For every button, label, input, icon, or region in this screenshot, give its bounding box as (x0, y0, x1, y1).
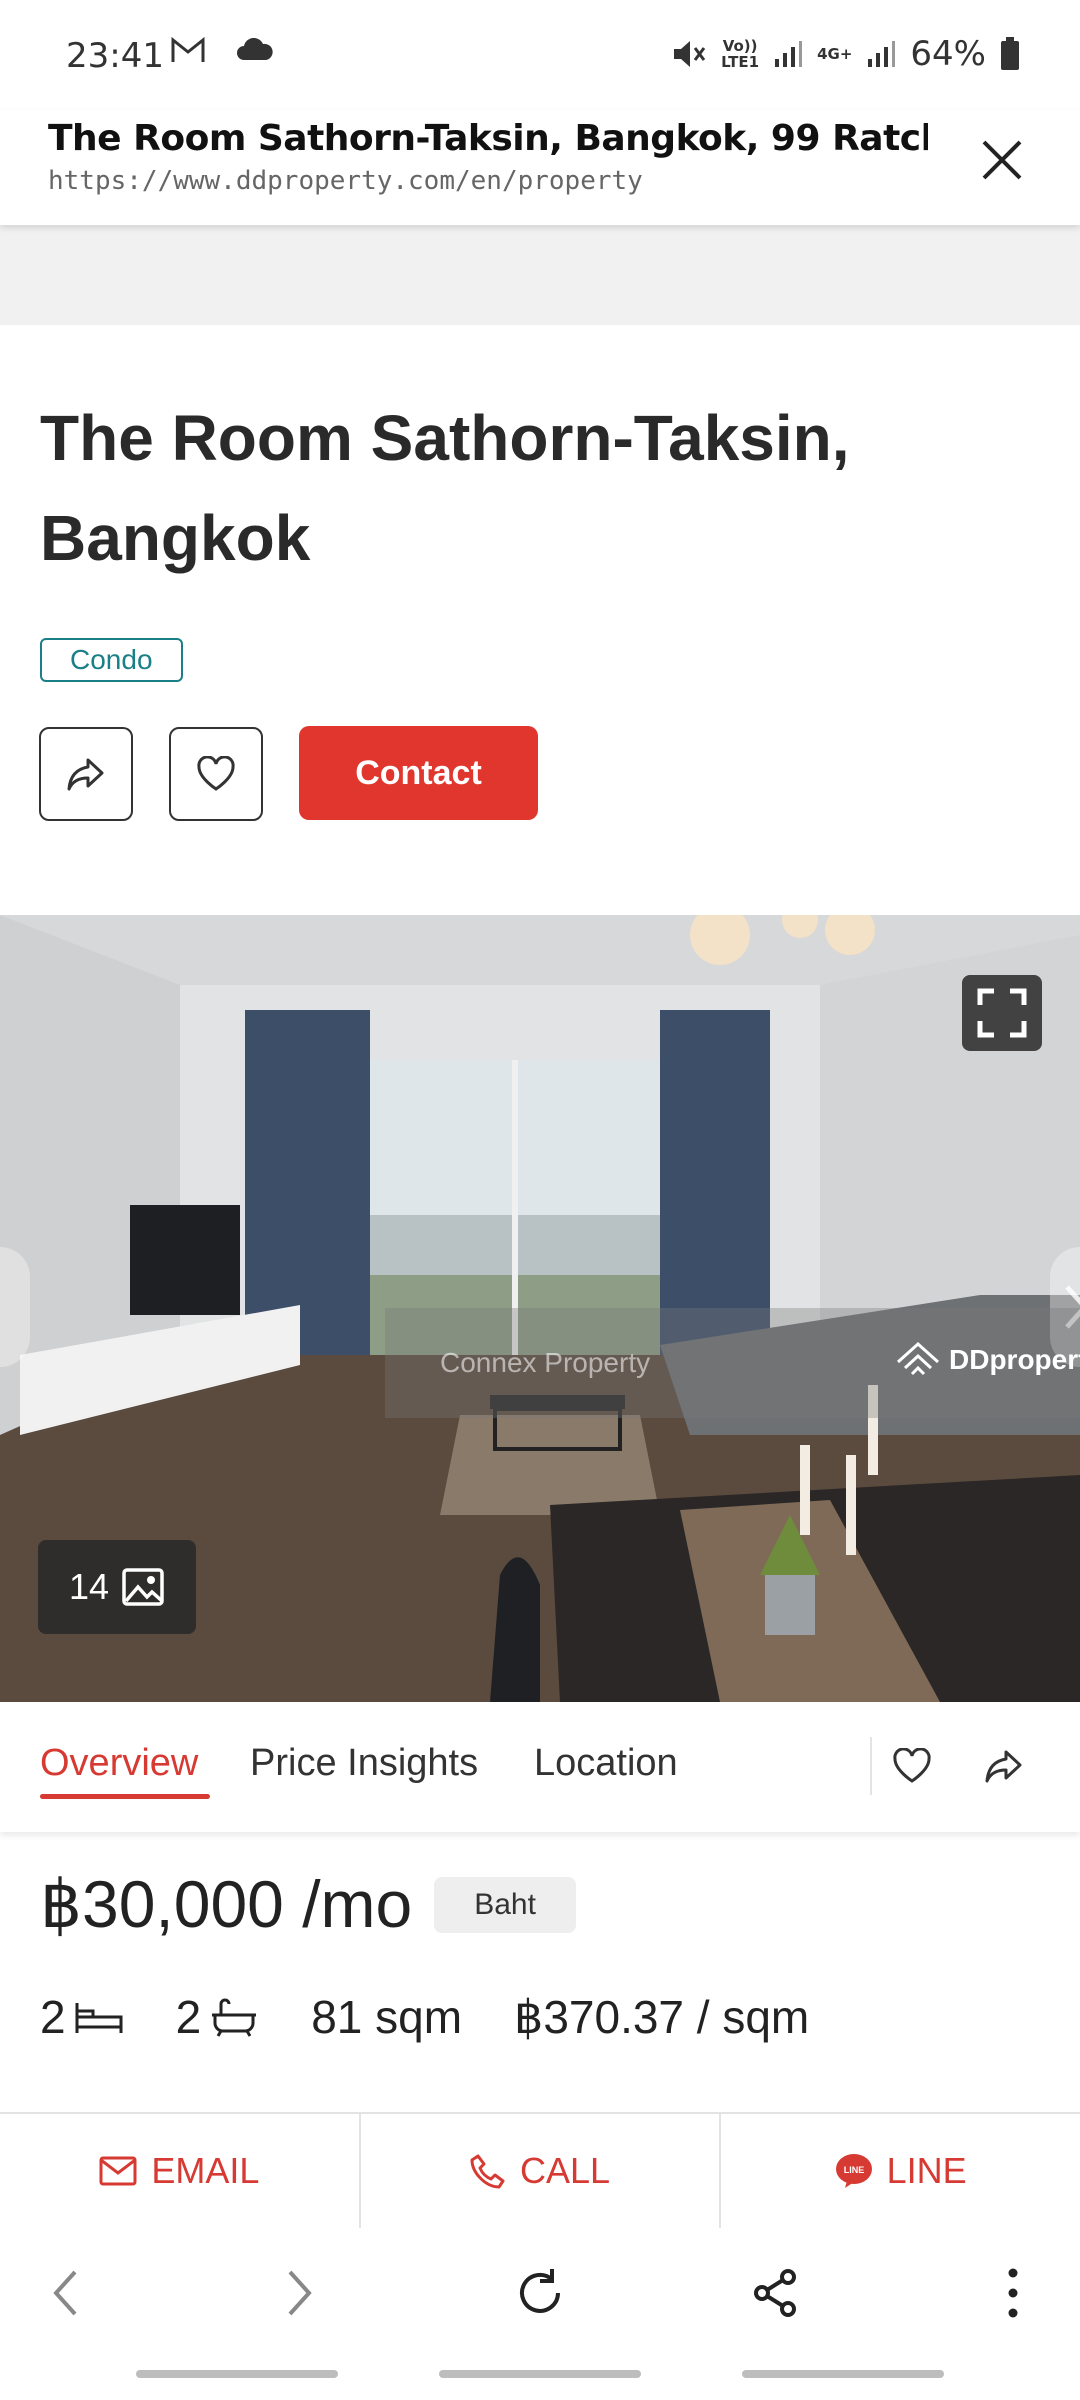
gmail-icon (171, 36, 205, 62)
property-type-badge: Condo (40, 638, 183, 682)
contact-button[interactable]: Contact (299, 726, 538, 820)
bed-icon (75, 2003, 123, 2033)
close-icon[interactable] (974, 132, 1030, 188)
more-vertical-icon (1008, 2268, 1018, 2318)
forward-button[interactable] (265, 2258, 335, 2328)
email-button[interactable]: EMAIL (0, 2114, 361, 2228)
spec-price-per-sqm: ฿370.37 / sqm (514, 1991, 810, 2043)
favorite-button[interactable] (169, 727, 263, 821)
property-title: The Room Sathorn-Taksin, Bangkok (40, 402, 850, 574)
gesture-handle-right (742, 2370, 944, 2378)
cloud-icon (237, 38, 273, 60)
ddproperty-logo: DDproperty (895, 1340, 1080, 1380)
image-gallery-icon (122, 1568, 164, 1606)
price-row: ฿30,000 /mo Baht (40, 1866, 576, 1943)
line-chat-icon-text: LINE (843, 2165, 864, 2175)
email-icon (99, 2156, 137, 2186)
share-button[interactable] (39, 727, 133, 821)
ddproperty-logo-text: DDproperty (949, 1344, 1080, 1375)
lte-label: LTE1 (721, 53, 760, 71)
photo-count-button[interactable]: 14 (38, 1540, 196, 1634)
price-amount: ฿30,000 /mo (40, 1867, 413, 1941)
bathrooms-count: 2 (175, 1991, 202, 2043)
phone-icon (470, 2154, 505, 2189)
tab-overview[interactable]: Overview (40, 1742, 198, 1785)
spec-bedrooms: 2 (40, 1990, 124, 2044)
currency-selector[interactable]: Baht (434, 1876, 576, 1933)
volte-label: Vo)) (722, 37, 758, 55)
call-label: CALL (519, 2150, 611, 2191)
gesture-handle-left (136, 2370, 338, 2378)
back-button[interactable] (30, 2258, 100, 2328)
chevron-right-icon (288, 2270, 312, 2316)
share-arrow-icon (67, 758, 104, 791)
signal-icon-2 (868, 41, 896, 67)
prev-photo-button[interactable] (0, 1247, 30, 1367)
expand-icon (977, 988, 1027, 1038)
spec-area: 81 sqm (311, 1991, 463, 2043)
battery-icon (1001, 37, 1019, 70)
fullscreen-button[interactable] (962, 975, 1042, 1051)
bedrooms-count: 2 (40, 1991, 66, 2043)
bathtub-icon (212, 1998, 257, 2037)
line-chat-icon: LINE (835, 2154, 872, 2188)
browser-nav-bar (0, 2228, 1080, 2358)
watermark-text: Connex Property (440, 1347, 651, 1378)
tabs-divider (870, 1737, 872, 1795)
email-label: EMAIL (151, 2150, 260, 2191)
heart-icon (197, 756, 235, 791)
reload-icon (520, 2269, 560, 2313)
tab-price-insights[interactable]: Price Insights (250, 1742, 478, 1785)
status-time: 23:41 (66, 36, 164, 76)
gesture-handle-center (439, 2370, 641, 2378)
more-menu-button[interactable] (978, 2258, 1048, 2328)
property-photo[interactable]: Connex Property DDproperty 14 (0, 915, 1080, 1702)
call-button[interactable]: CALL (361, 2114, 722, 2228)
mute-icon (674, 41, 706, 67)
share-page-button[interactable] (740, 2258, 810, 2328)
heart-icon[interactable] (892, 1748, 932, 1784)
spec-bathrooms: 2 (176, 1990, 260, 2044)
signal-icon (775, 41, 803, 67)
page-url[interactable]: https://www.ddproperty.com/en/property (48, 166, 643, 196)
line-button[interactable]: LINE LINE (721, 2114, 1080, 2228)
status-bar: 23:41 Vo)) LTE1 4G+ 64% (0, 0, 1080, 110)
active-tab-indicator (40, 1794, 210, 1799)
browser-tab-header: The Room Sathorn-Taksin, Bangkok, 99 Rat… (0, 110, 1080, 225)
reload-button[interactable] (505, 2258, 575, 2328)
share-icon (754, 2269, 796, 2317)
battery-percent: 64% (910, 34, 986, 74)
chevron-left-icon (53, 2270, 77, 2316)
share-arrow-icon[interactable] (984, 1748, 1024, 1784)
page-title-bar: The Room Sathorn-Taksin, Bangkok, 99 Rat… (48, 118, 928, 159)
tab-location[interactable]: Location (534, 1742, 678, 1785)
section-tabs: Overview Price Insights Location (0, 1702, 1080, 1832)
banner-placeholder (0, 225, 1080, 325)
ddproperty-logo-icon (896, 1341, 940, 1376)
property-specs: 2 2 81 sqm ฿370.37 / sqm (40, 1990, 861, 2044)
photo-count: 14 (68, 1566, 110, 1607)
line-label: LINE (886, 2150, 967, 2191)
4g-label: 4G+ (817, 45, 853, 63)
contact-action-bar: EMAIL CALL LINE LINE (0, 2112, 1080, 2228)
